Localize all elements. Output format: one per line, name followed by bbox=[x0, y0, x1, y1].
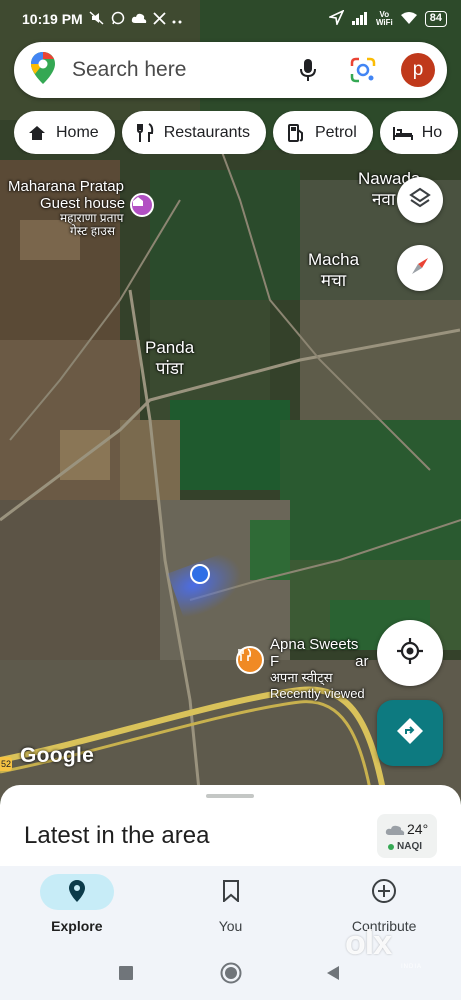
home-button-icon[interactable] bbox=[220, 962, 242, 989]
nav-label: Explore bbox=[51, 918, 103, 934]
wifi-icon bbox=[400, 11, 418, 28]
avatar[interactable]: p bbox=[401, 53, 435, 87]
place-name-hindi: गेस्ट हाउस bbox=[70, 224, 115, 238]
fuel-icon bbox=[285, 122, 307, 144]
google-lens-icon[interactable] bbox=[343, 50, 383, 90]
status-bar: 10:19 PM Vo WiFi 84 bbox=[0, 0, 461, 38]
restaurant-pin-icon[interactable] bbox=[236, 646, 264, 674]
aqi-status-dot bbox=[388, 844, 394, 850]
nav-you[interactable]: You bbox=[154, 866, 308, 946]
x-app-icon bbox=[153, 11, 166, 27]
recently-viewed-label: Recently viewed bbox=[270, 686, 365, 701]
chip-label: Ho bbox=[421, 123, 443, 141]
directions-icon bbox=[396, 717, 424, 750]
my-location-button[interactable] bbox=[377, 620, 443, 686]
search-input[interactable]: Search here bbox=[72, 58, 291, 82]
nav-you-pill bbox=[194, 874, 268, 910]
sheet-drag-handle[interactable] bbox=[206, 794, 254, 798]
battery-indicator: 84 bbox=[424, 11, 447, 27]
mute-icon bbox=[89, 11, 105, 27]
place-name: Panda bbox=[145, 338, 195, 357]
road-shield-badge: 52 bbox=[0, 757, 12, 771]
search-bar[interactable]: Search here p bbox=[14, 42, 447, 98]
place-name-tail: ar bbox=[355, 653, 369, 670]
cloud-icon bbox=[131, 12, 147, 26]
place-name-line: Maharana Pratap bbox=[8, 178, 124, 195]
restaurant-icon bbox=[134, 122, 156, 144]
chip-restaurants[interactable]: Restaurants bbox=[121, 111, 266, 154]
olx-watermark: olx bbox=[345, 924, 392, 962]
place-name-hindi: मचा bbox=[320, 271, 347, 290]
nav-label: You bbox=[218, 918, 243, 934]
chip-home[interactable]: Home bbox=[14, 111, 115, 154]
nav-explore[interactable]: Explore bbox=[0, 866, 154, 946]
chip-label: Petrol bbox=[314, 123, 357, 141]
weather-widget[interactable]: 24° NAQI bbox=[377, 814, 437, 858]
more-notifications-icon bbox=[172, 13, 184, 26]
explore-pin-icon bbox=[68, 879, 86, 906]
cloud-weather-icon bbox=[385, 823, 405, 841]
nav-explore-pill bbox=[39, 874, 114, 910]
aqi-label: NAQI bbox=[397, 841, 422, 852]
layers-button[interactable] bbox=[397, 177, 443, 223]
compass-icon bbox=[408, 254, 432, 283]
sheet-title: Latest in the area bbox=[24, 822, 210, 849]
back-button-icon[interactable] bbox=[326, 965, 340, 986]
system-navigation-bar bbox=[0, 946, 461, 1000]
place-name-line: Guest house bbox=[40, 195, 126, 212]
home-icon bbox=[26, 122, 48, 144]
olx-watermark-sub: INDIA bbox=[401, 964, 423, 970]
directions-button[interactable] bbox=[377, 700, 443, 766]
chip-petrol[interactable]: Petrol bbox=[272, 111, 373, 154]
category-chips: Home Restaurants Petrol Ho bbox=[14, 111, 461, 154]
status-time: 10:19 PM bbox=[22, 11, 83, 27]
recents-button-icon[interactable] bbox=[119, 966, 133, 985]
signal-icon bbox=[351, 11, 369, 28]
whatsapp-icon bbox=[111, 11, 125, 27]
bottom-navigation: Explore You Contribute bbox=[0, 866, 461, 946]
lodging-pin-icon[interactable] bbox=[130, 193, 154, 217]
nav-contribute-pill bbox=[347, 874, 421, 910]
layers-icon bbox=[409, 187, 431, 214]
compass-button[interactable] bbox=[397, 245, 443, 291]
chip-label: Home bbox=[56, 123, 99, 141]
place-name-hindi: पांडा bbox=[155, 359, 184, 378]
mic-icon[interactable] bbox=[291, 53, 325, 87]
place-name: Macha bbox=[308, 250, 360, 269]
place-label-macha[interactable]: Macha मचा bbox=[308, 249, 359, 291]
vowifi-indicator: Vo WiFi bbox=[375, 10, 393, 27]
bookmark-icon bbox=[222, 879, 240, 905]
place-label-maharana-pratap[interactable]: Maharana Pratap Guest house महाराणा प्रत… bbox=[8, 178, 125, 238]
crosshair-icon bbox=[396, 637, 424, 670]
my-location-dot bbox=[190, 564, 210, 584]
chip-label: Restaurants bbox=[163, 123, 250, 141]
weather-temperature: 24° bbox=[407, 821, 429, 837]
google-logo: Google bbox=[20, 744, 95, 767]
add-circle-icon bbox=[371, 878, 397, 907]
location-arrow-icon bbox=[327, 9, 345, 28]
chip-hotels[interactable]: Ho bbox=[379, 111, 459, 154]
maps-pin-logo-icon bbox=[30, 51, 56, 90]
hotel-icon bbox=[392, 122, 414, 144]
place-label-panda[interactable]: Panda पांडा bbox=[145, 337, 194, 379]
